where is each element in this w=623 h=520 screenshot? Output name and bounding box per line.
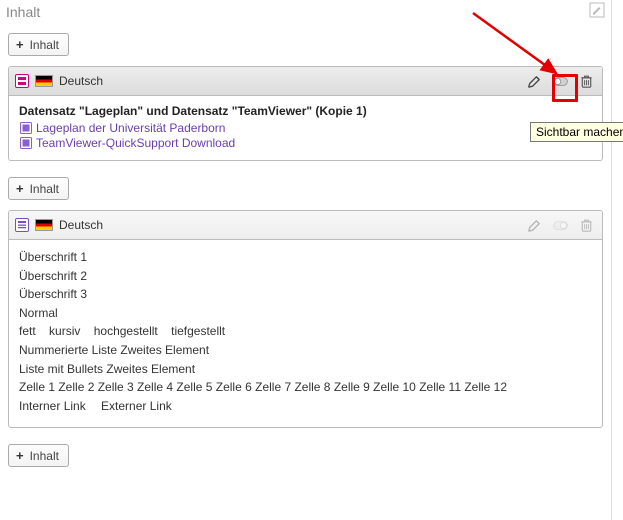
add-content-label: Inhalt [30,182,59,196]
internal-link-label: Interner Link [19,399,86,413]
add-content-button[interactable]: + Inhalt [8,444,69,467]
plus-icon: + [16,37,24,52]
record-link[interactable]: Lageplan der Universität Paderborn [36,121,225,135]
plus-icon: + [16,181,24,196]
record-icon [19,137,32,150]
visibility-tooltip: Sichtbar machen [530,122,623,142]
add-content-label: Inhalt [30,449,59,463]
external-link-label: Externer Link [101,399,172,413]
column-title: Inhalt [6,4,40,20]
panel-language-label: Deutsch [59,74,103,88]
style-sub: tiefgestellt [171,324,225,338]
content-element-inactive: Deutsch Datensat [8,66,603,161]
text-line: Liste mit Bullets Zweites Element [19,360,592,379]
delete-icon[interactable] [576,71,596,91]
plus-icon: + [16,448,24,463]
record-link-item: Lageplan der Universität Paderborn [19,121,592,135]
add-content-button[interactable]: + Inhalt [8,177,69,200]
record-icon [19,122,32,135]
column-edit-icon[interactable] [589,2,605,21]
delete-icon[interactable] [576,215,596,235]
style-bold: fett [19,324,36,338]
record-title: Datensatz "Lageplan" und Datensatz "Team… [19,104,592,118]
edit-icon[interactable] [524,215,544,235]
content-type-icon [15,74,29,88]
text-line: Überschrift 2 [19,267,592,286]
text-line: fett kursiv hochgestellt tiefgestellt [19,322,592,341]
style-italic: kursiv [49,324,80,338]
flag-de-icon [35,75,53,87]
content-type-icon [15,218,29,232]
visibility-toggle-icon[interactable] [550,215,570,235]
flag-de-icon [35,219,53,231]
content-body: Überschrift 1 Überschrift 2 Überschrift … [9,240,602,427]
record-link[interactable]: TeamViewer-QuickSupport Download [36,136,235,150]
text-line: Normal [19,304,592,323]
add-content-label: Inhalt [30,38,59,52]
edit-icon[interactable] [524,71,544,91]
text-line: Überschrift 1 [19,248,592,267]
content-element-active: Deutsch Überschr [8,210,603,428]
text-line: Nummerierte Liste Zweites Element [19,341,592,360]
panel-language-label: Deutsch [59,218,103,232]
text-line: Interner Link Externer Link [19,397,592,416]
visibility-toggle-icon[interactable] [550,71,570,91]
text-line: Zelle 1 Zelle 2 Zelle 3 Zelle 4 Zelle 5 … [19,378,592,397]
text-line: Überschrift 3 [19,285,592,304]
style-super: hochgestellt [94,324,158,338]
add-content-button[interactable]: + Inhalt [8,33,69,56]
record-link-item: TeamViewer-QuickSupport Download [19,136,592,150]
